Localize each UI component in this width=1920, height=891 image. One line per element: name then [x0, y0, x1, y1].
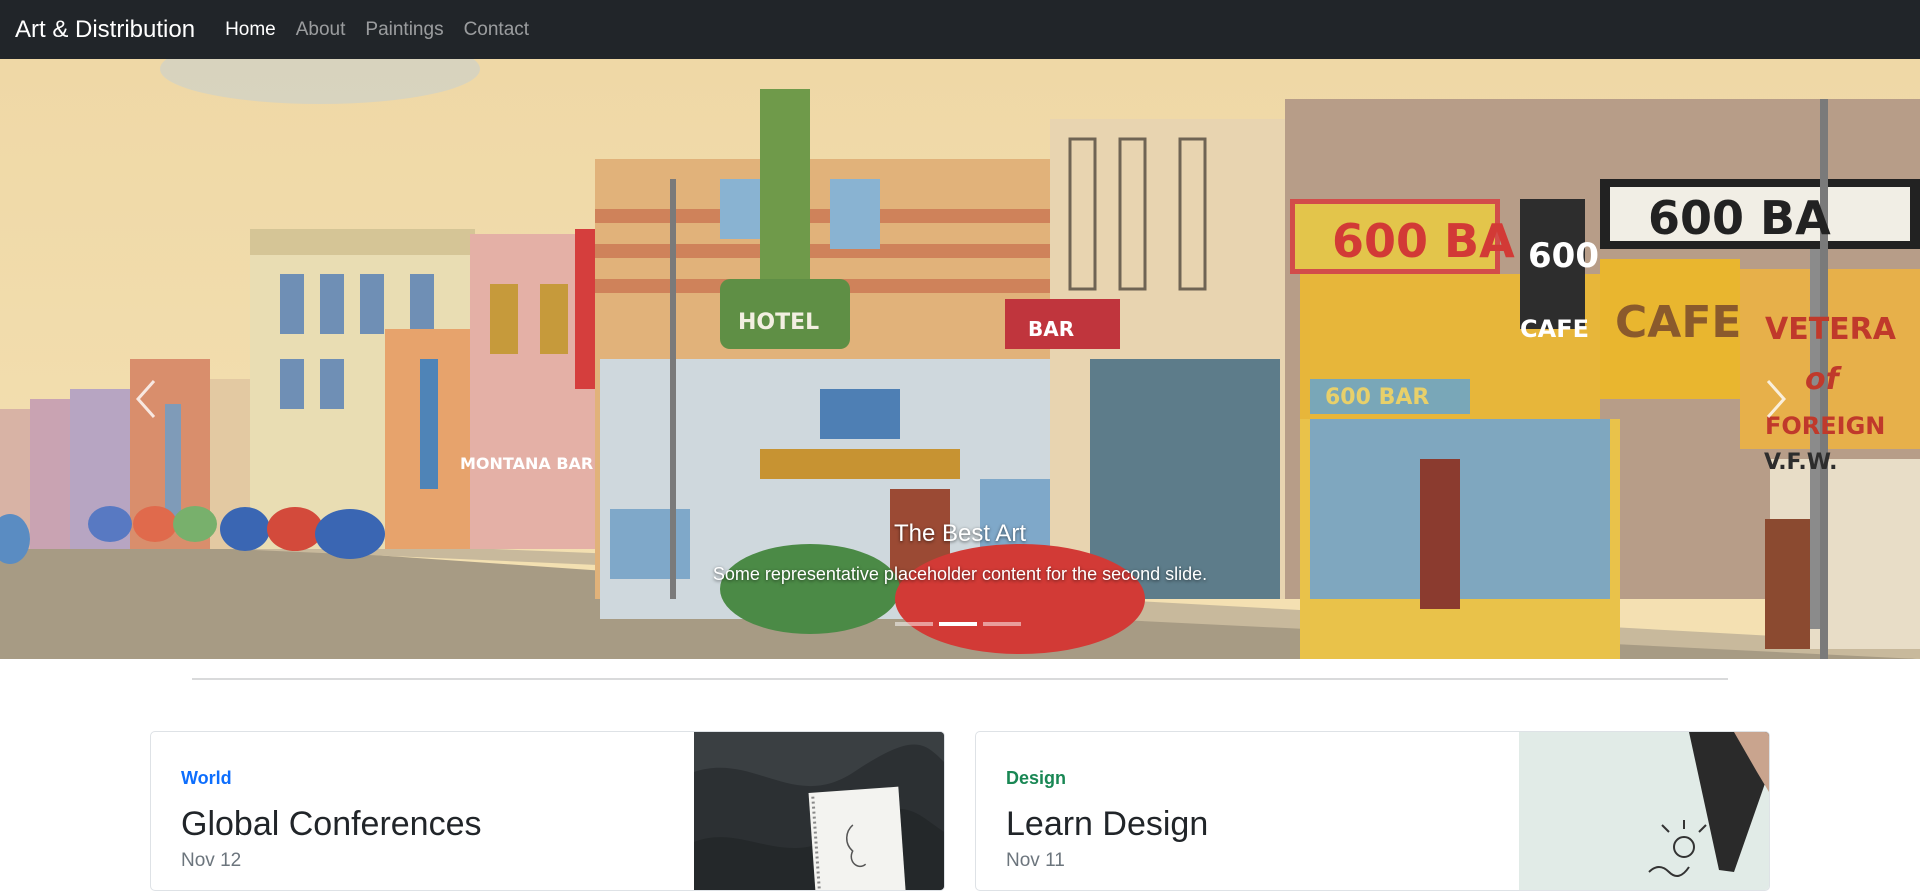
sign-600: 600 [1528, 236, 1599, 276]
carousel-caption-text: Some representative placeholder content … [712, 564, 1208, 584]
card-date: Nov 11 [1006, 850, 1065, 871]
sign-600-bar: 600 BA [1332, 214, 1515, 268]
carousel-caption-title: The Best Art [893, 520, 1027, 547]
nav-link-about[interactable]: About [296, 0, 346, 59]
carousel-indicator-1[interactable] [895, 622, 933, 626]
card-date: Nov 12 [181, 850, 242, 871]
card-category: Design [1006, 768, 1067, 788]
featured-card-design[interactable]: Design Learn Design Nov 11 [975, 731, 1770, 891]
nav-link-home[interactable]: Home [225, 0, 276, 59]
hero-carousel: 600 BA 600 CAFE 600 BAR 600 BA CAFE VETE… [0, 59, 1920, 659]
carousel-next-button[interactable] [1756, 379, 1796, 419]
section-divider [192, 678, 1728, 680]
nav-link-contact[interactable]: Contact [464, 0, 529, 59]
card-title: Global Conferences [181, 805, 482, 843]
chevron-right-icon [1766, 380, 1787, 418]
nav-link-paintings[interactable]: Paintings [365, 0, 443, 59]
sign-600-bar-right: 600 BA [1648, 191, 1831, 245]
sign-veterans: VETERA [1765, 312, 1897, 347]
sign-of: of [1805, 362, 1843, 397]
chevron-left-icon [135, 380, 156, 418]
sign-600-bar-lower: 600 BAR [1325, 385, 1429, 410]
card-category: World [181, 768, 232, 788]
card-body: Design Learn Design Nov 11 [1006, 768, 1208, 872]
card-title: Learn Design [1006, 805, 1209, 843]
sign-vfw: V.F.W. [1764, 450, 1838, 475]
card-thumbnail-pen-drawing [1519, 732, 1769, 890]
brand-link[interactable]: Art & Distribution [15, 0, 195, 59]
card-thumbnail-sketchbook [694, 732, 944, 890]
sign-cafe-small: CAFE [1520, 315, 1589, 343]
sign-bar: BAR [1028, 317, 1074, 341]
carousel-prev-button[interactable] [126, 379, 166, 419]
sign-hotel: HOTEL [738, 310, 819, 335]
carousel-indicator-2[interactable] [939, 622, 977, 626]
navbar: Art & Distribution Home About Paintings … [0, 0, 1920, 59]
carousel-indicator-3[interactable] [983, 622, 1021, 626]
featured-card-world[interactable]: World Global Conferences Nov 12 [150, 731, 945, 891]
sign-montana-bar: MONTANA BAR [460, 454, 593, 473]
card-body: World Global Conferences Nov 12 [181, 768, 482, 872]
carousel-indicators [895, 622, 1021, 626]
sign-cafe-big: CAFE [1615, 297, 1741, 348]
